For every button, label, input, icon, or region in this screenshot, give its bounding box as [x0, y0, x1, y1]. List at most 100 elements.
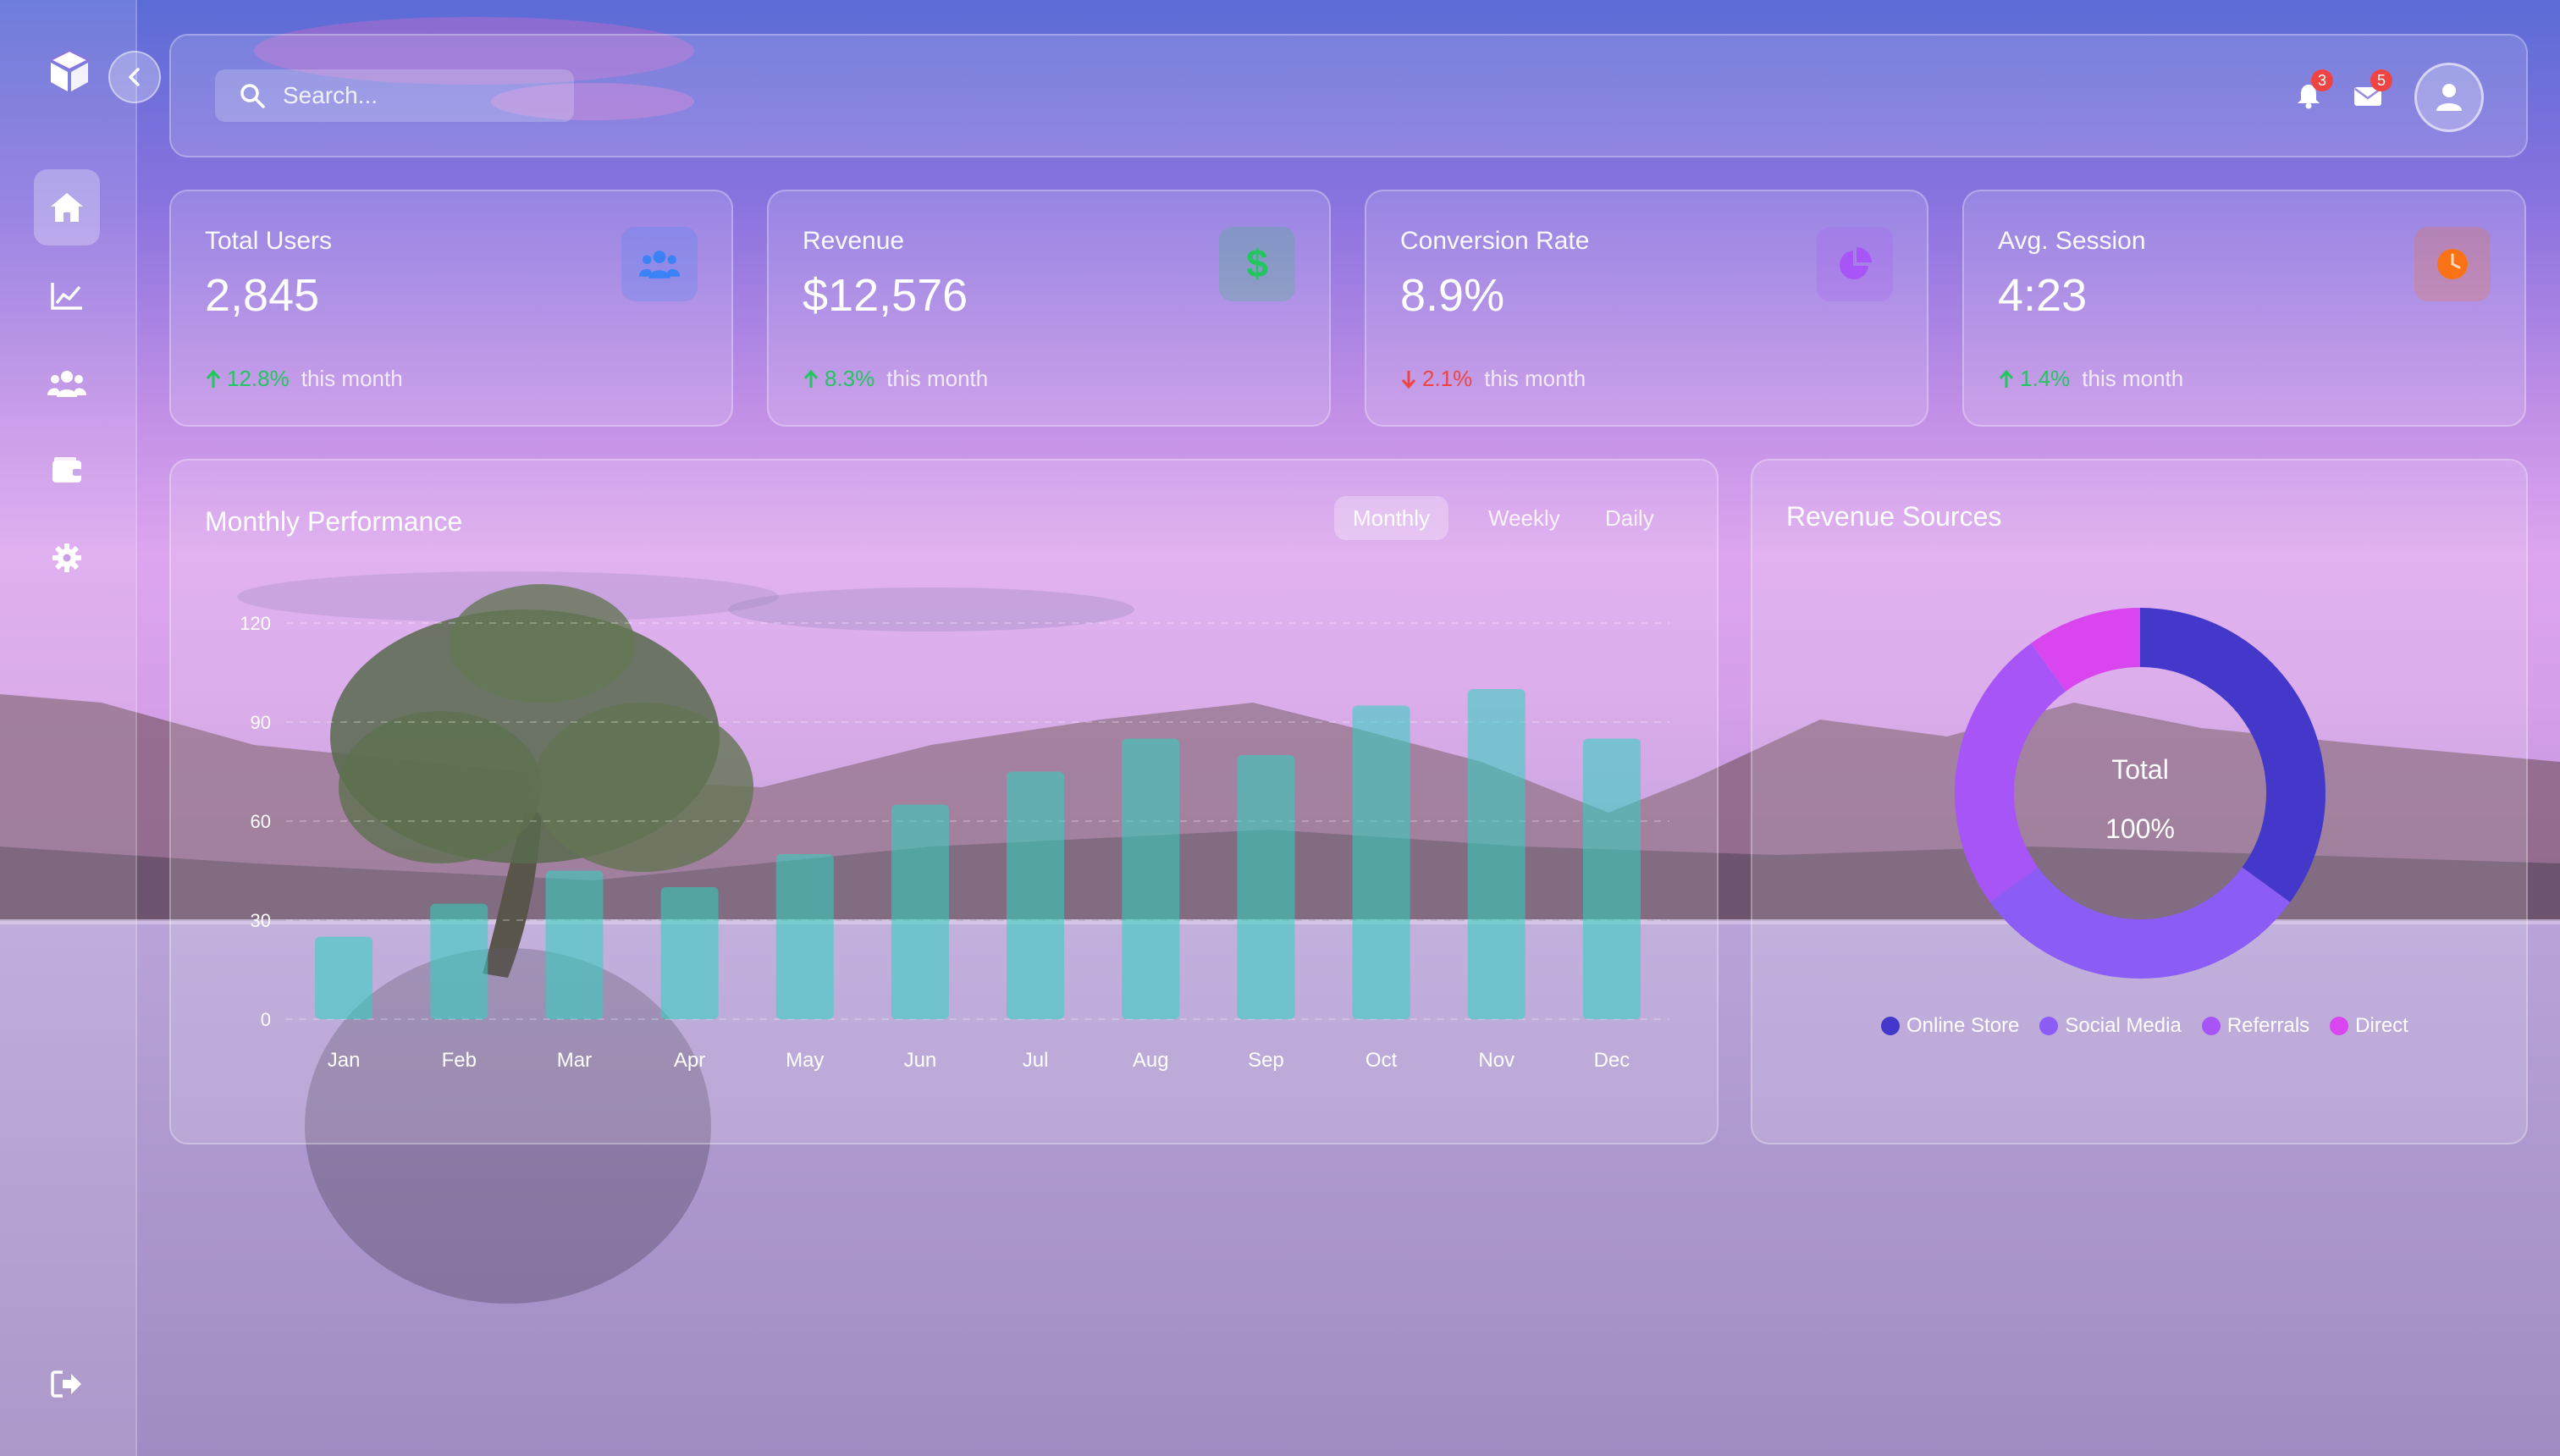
- x-tick-label: Mar: [557, 1049, 592, 1072]
- stat-title: Conversion Rate: [1400, 227, 1590, 255]
- stat-card-revenue: Revenue $12,576 $ 8.3% this month: [767, 190, 1331, 427]
- stat-value: $12,576: [803, 270, 968, 321]
- bar-mar[interactable]: [545, 870, 604, 1020]
- x-tick-label: Jun: [904, 1049, 937, 1072]
- legend-item[interactable]: Social Media: [2039, 1014, 2182, 1038]
- arrow-up-icon: [206, 369, 221, 388]
- legend-item[interactable]: Referrals: [2201, 1014, 2310, 1038]
- sidebar: [0, 0, 161, 1456]
- x-tick-label: Nov: [1478, 1049, 1514, 1072]
- notifications-badge: 3: [2311, 69, 2333, 91]
- stat-icon-box: [621, 227, 698, 301]
- stat-change-suffix: this month: [1484, 366, 1586, 391]
- stat-card-total-users: Total Users 2,845 12.8% this month: [169, 190, 733, 427]
- bar-oct[interactable]: [1352, 705, 1410, 1020]
- x-tick-label: Jul: [1023, 1049, 1049, 1072]
- bar-sep[interactable]: [1237, 755, 1295, 1019]
- x-tick-label: Jan: [328, 1049, 361, 1072]
- stat-value: 4:23: [1998, 270, 2088, 321]
- wallet-icon: [52, 457, 81, 483]
- x-tick-label: Aug: [1133, 1049, 1169, 1072]
- sidebar-item-wallet[interactable]: [34, 432, 100, 508]
- x-tick-label: Sep: [1248, 1049, 1284, 1072]
- messages-badge: 5: [2370, 69, 2392, 91]
- donut-slice-social-media[interactable]: [1989, 866, 2291, 979]
- stat-change-suffix: this month: [301, 366, 403, 391]
- donut-slice-direct[interactable]: [2031, 608, 2141, 692]
- top-header: 3 5: [169, 34, 2528, 157]
- logout-button[interactable]: [34, 1346, 100, 1422]
- legend-label: Direct: [2355, 1014, 2408, 1037]
- x-tick-label: Dec: [1594, 1049, 1630, 1072]
- donut-legend: Online Store Social Media Referrals Direct: [1881, 1014, 2408, 1038]
- clock-icon: [2437, 249, 2468, 279]
- bar-jun[interactable]: [891, 804, 949, 1020]
- bar-jul[interactable]: [1007, 771, 1065, 1020]
- sidebar-item-home[interactable]: [34, 169, 100, 245]
- stat-change: 8.3% this month: [803, 366, 988, 392]
- legend-swatch: [2330, 1017, 2349, 1035]
- sidebar-item-analytics[interactable]: [34, 257, 100, 334]
- home-icon: [51, 193, 83, 222]
- stat-value: 2,845: [205, 270, 320, 321]
- user-avatar[interactable]: [2414, 63, 2484, 132]
- svg-text:$: $: [1246, 245, 1268, 284]
- collapse-sidebar-button[interactable]: [108, 51, 161, 103]
- donut-slice-referrals[interactable]: [1955, 643, 2067, 902]
- stat-change: 12.8% this month: [205, 366, 403, 392]
- arrow-down-icon: [1401, 370, 1416, 389]
- stat-change-value: 12.8%: [227, 366, 290, 391]
- stat-change: 1.4% this month: [1998, 366, 2183, 392]
- stat-change-value: 2.1%: [1422, 366, 1473, 391]
- stat-change-value: 1.4%: [2020, 366, 2071, 391]
- logout-icon: [51, 1371, 81, 1398]
- gear-icon: [52, 543, 81, 572]
- bar-jan[interactable]: [315, 936, 373, 1020]
- stat-change-value: 8.3%: [825, 366, 875, 391]
- users-icon: [47, 371, 86, 397]
- stat-value: 8.9%: [1400, 270, 1505, 321]
- donut-center-value: 100%: [2105, 813, 2175, 844]
- search-input[interactable]: [281, 81, 555, 110]
- bar-chart: 0 30 60 90 120 Jan Feb Mar Apr May Jun Jul Aug Sep Oct…: [240, 613, 1669, 1072]
- donut-center-label: Total: [2111, 754, 2169, 785]
- x-tick-label: Feb: [442, 1049, 477, 1072]
- y-tick-label: 120: [240, 613, 271, 634]
- x-tick-label: Apr: [674, 1049, 705, 1072]
- stat-title: Total Users: [205, 227, 333, 255]
- chevron-left-icon: [129, 68, 140, 86]
- bar-aug[interactable]: [1122, 738, 1180, 1020]
- y-tick-label: 90: [251, 712, 271, 733]
- search-box[interactable]: [215, 69, 574, 122]
- stat-change-suffix: this month: [886, 366, 989, 391]
- legend-swatch: [1881, 1017, 1900, 1035]
- y-tick-label: 0: [261, 1009, 271, 1030]
- y-tick-label: 30: [251, 910, 271, 931]
- legend-label: Referrals: [2226, 1014, 2310, 1037]
- bar-may[interactable]: [775, 854, 834, 1019]
- pie-chart-icon: [1840, 247, 1872, 279]
- x-tick-label: Oct: [1366, 1049, 1398, 1072]
- bar-feb[interactable]: [430, 903, 488, 1020]
- monthly-performance-panel: Monthly Performance Monthly Weekly Daily…: [169, 459, 1719, 1144]
- stat-card-conversion-rate: Conversion Rate 8.9% 2.1% this month: [1365, 190, 1928, 427]
- bar-apr[interactable]: [660, 887, 719, 1019]
- stat-icon-box: $: [1219, 227, 1295, 301]
- messages-button[interactable]: 5: [2347, 69, 2392, 117]
- legend-item[interactable]: Direct: [2330, 1014, 2408, 1038]
- legend-item[interactable]: Online Store: [1881, 1014, 2019, 1038]
- sidebar-item-users[interactable]: [34, 345, 100, 422]
- bar-nov[interactable]: [1467, 689, 1526, 1019]
- stat-title: Revenue: [803, 227, 905, 255]
- user-icon: [2436, 84, 2462, 111]
- legend-label: Online Store: [1906, 1014, 2020, 1037]
- donut-chart: Total 100%: [1955, 608, 2326, 979]
- cube-logo-icon[interactable]: [44, 46, 95, 97]
- arrow-up-icon: [803, 369, 819, 388]
- sidebar-item-settings[interactable]: [34, 520, 100, 596]
- revenue-sources-panel: Revenue Sources Total 100% Online Store S…: [1751, 459, 2528, 1144]
- users-icon: [638, 251, 681, 279]
- notifications-button[interactable]: 3: [2287, 69, 2333, 117]
- bar-dec[interactable]: [1582, 738, 1641, 1020]
- arrow-up-icon: [1999, 369, 2014, 388]
